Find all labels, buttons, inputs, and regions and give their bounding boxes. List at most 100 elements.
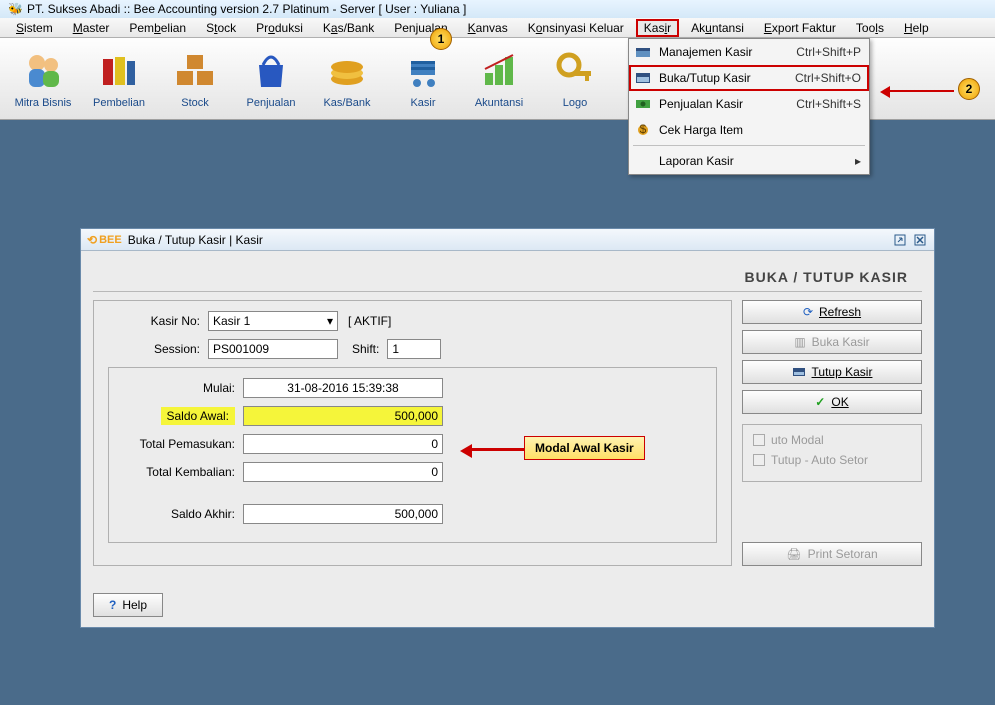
books-icon <box>97 49 141 93</box>
total-kembalian-input[interactable] <box>243 462 443 482</box>
menu-pembelian[interactable]: Pembelian <box>121 19 194 37</box>
menu-item-cek-harga[interactable]: $ Cek Harga Item <box>629 117 869 143</box>
checkbox-icon <box>753 454 765 466</box>
key-icon <box>553 49 597 93</box>
toolbar-label: Kas/Bank <box>323 97 370 109</box>
toolbar-logo[interactable]: Logo <box>538 43 612 115</box>
window-header: BUKA / TUTUP KASIR <box>93 259 922 291</box>
session-label: Session: <box>108 342 208 356</box>
auto-modal-checkbox[interactable]: uto Modal <box>753 433 911 447</box>
toolbar-penjualan[interactable]: Penjualan <box>234 43 308 115</box>
buka-tutup-kasir-window: ⟲ BEE Buka / Tutup Kasir | Kasir BUKA / … <box>80 228 935 628</box>
menu-separator <box>633 145 865 146</box>
annotation-callout-modal-awal: Modal Awal Kasir <box>524 436 645 460</box>
session-input[interactable] <box>208 339 338 359</box>
drawer-icon <box>633 69 653 87</box>
saldo-awal-label: Saldo Awal: <box>123 409 243 423</box>
menu-item-laporan-kasir[interactable]: Laporan Kasir ▸ <box>629 148 869 174</box>
window-titlebar: ⟲ BEE Buka / Tutup Kasir | Kasir <box>81 229 934 251</box>
menu-kasir[interactable]: Kasir <box>636 19 679 37</box>
drawer-close-icon <box>792 366 806 378</box>
toolbar-label: Mitra Bisnis <box>15 97 72 109</box>
mulai-input[interactable] <box>243 378 443 398</box>
shift-input[interactable] <box>387 339 441 359</box>
saldo-akhir-label: Saldo Akhir: <box>123 507 243 521</box>
toolbar-akuntansi[interactable]: Akuntansi <box>462 43 536 115</box>
chart-icon <box>477 49 521 93</box>
toolbar-pembelian[interactable]: Pembelian <box>82 43 156 115</box>
svg-text:$: $ <box>640 123 647 136</box>
toolbar-label: Logo <box>563 97 587 109</box>
toolbar-stock[interactable]: Stock <box>158 43 232 115</box>
cart-icon <box>401 49 445 93</box>
saldo-akhir-input[interactable] <box>243 504 443 524</box>
bee-icon: 🐝 <box>8 2 23 16</box>
menu-akuntansi[interactable]: Akuntansi <box>683 19 752 37</box>
maximize-icon[interactable] <box>892 232 908 248</box>
annotation-badge-2: 2 <box>958 78 980 100</box>
app-title-bar: 🐝 PT. Sukses Abadi :: Bee Accounting ver… <box>0 0 995 18</box>
coins-icon <box>325 49 369 93</box>
menu-stock[interactable]: Stock <box>198 19 244 37</box>
total-pemasukan-input[interactable] <box>243 434 443 454</box>
close-icon[interactable] <box>912 232 928 248</box>
ok-button[interactable]: ✓ OK <box>742 390 922 414</box>
boxes-icon <box>173 49 217 93</box>
menu-bar: Sistem Master Pembelian Stock Produksi K… <box>0 18 995 38</box>
menu-export[interactable]: Export Faktur <box>756 19 844 37</box>
menu-produksi[interactable]: Produksi <box>248 19 311 37</box>
menu-item-manajemen-kasir[interactable]: Manajemen Kasir Ctrl+Shift+P <box>629 39 869 65</box>
refresh-icon: ⟳ <box>803 305 813 319</box>
people-icon <box>21 49 65 93</box>
auto-setor-checkbox[interactable]: Tutup - Auto Setor <box>753 453 911 467</box>
register-icon <box>633 43 653 61</box>
toolbar-label: Kasir <box>410 97 435 109</box>
submenu-arrow-icon: ▸ <box>855 154 861 168</box>
window-title: Buka / Tutup Kasir | Kasir <box>128 233 888 247</box>
annotation-badge-1: 1 <box>430 28 452 50</box>
menu-item-buka-tutup-kasir[interactable]: Buka/Tutup Kasir Ctrl+Shift+O <box>629 65 869 91</box>
form-panel: Kasir No: Kasir 1 ▾ [ AKTIF] Session: Sh… <box>93 300 732 566</box>
app-title: PT. Sukses Abadi :: Bee Accounting versi… <box>27 2 466 16</box>
toolbar-kasbank[interactable]: Kas/Bank <box>310 43 384 115</box>
shift-label: Shift: <box>352 342 379 356</box>
refresh-button[interactable]: ⟳ Refresh <box>742 300 922 324</box>
menu-item-penjualan-kasir[interactable]: Penjualan Kasir Ctrl+Shift+S <box>629 91 869 117</box>
total-kembalian-label: Total Kembalian: <box>123 465 243 479</box>
print-icon: 🖨 <box>786 547 801 561</box>
button-panel: ⟳ Refresh ▥ Buka Kasir Tutup Kasir ✓ OK <box>742 300 922 566</box>
drawer-icon: ▥ <box>794 335 805 349</box>
toolbar-mitra-bisnis[interactable]: Mitra Bisnis <box>6 43 80 115</box>
status-text: [ AKTIF] <box>348 314 391 328</box>
chevron-down-icon: ▾ <box>327 314 333 328</box>
menu-tools[interactable]: Tools <box>848 19 892 37</box>
bee-logo-icon: ⟲ <box>87 233 97 247</box>
toolbar-label: Akuntansi <box>475 97 523 109</box>
menu-sistem[interactable]: Sistem <box>8 19 61 37</box>
toolbar-label: Stock <box>181 97 209 109</box>
check-icon: ✓ <box>815 395 825 409</box>
menu-master[interactable]: Master <box>65 19 118 37</box>
options-panel: uto Modal Tutup - Auto Setor <box>742 424 922 482</box>
annotation-arrow-saldo <box>465 448 525 451</box>
tutup-kasir-button[interactable]: Tutup Kasir <box>742 360 922 384</box>
kasir-no-combo[interactable]: Kasir 1 ▾ <box>208 311 338 331</box>
menu-kasbank[interactable]: Kas/Bank <box>315 19 382 37</box>
menu-konsinyasi[interactable]: Konsinyasi Keluar <box>520 19 632 37</box>
bag-icon <box>249 49 293 93</box>
toolbar-kasir[interactable]: Kasir <box>386 43 460 115</box>
print-setoran-button[interactable]: 🖨 Print Setoran <box>742 542 922 566</box>
saldo-awal-input[interactable] <box>243 406 443 426</box>
bee-text: BEE <box>99 234 122 246</box>
checkbox-icon <box>753 434 765 446</box>
kasir-no-label: Kasir No: <box>108 314 208 328</box>
mulai-label: Mulai: <box>123 381 243 395</box>
total-pemasukan-label: Total Pemasukan: <box>123 437 243 451</box>
buka-kasir-button[interactable]: ▥ Buka Kasir <box>742 330 922 354</box>
help-icon: ? <box>109 598 116 612</box>
toolbar-label: Pembelian <box>93 97 145 109</box>
menu-kanvas[interactable]: Kanvas <box>460 19 516 37</box>
help-button[interactable]: ? Help <box>93 593 163 617</box>
menu-help[interactable]: Help <box>896 19 937 37</box>
kasir-dropdown-menu: Manajemen Kasir Ctrl+Shift+P Buka/Tutup … <box>628 38 870 175</box>
